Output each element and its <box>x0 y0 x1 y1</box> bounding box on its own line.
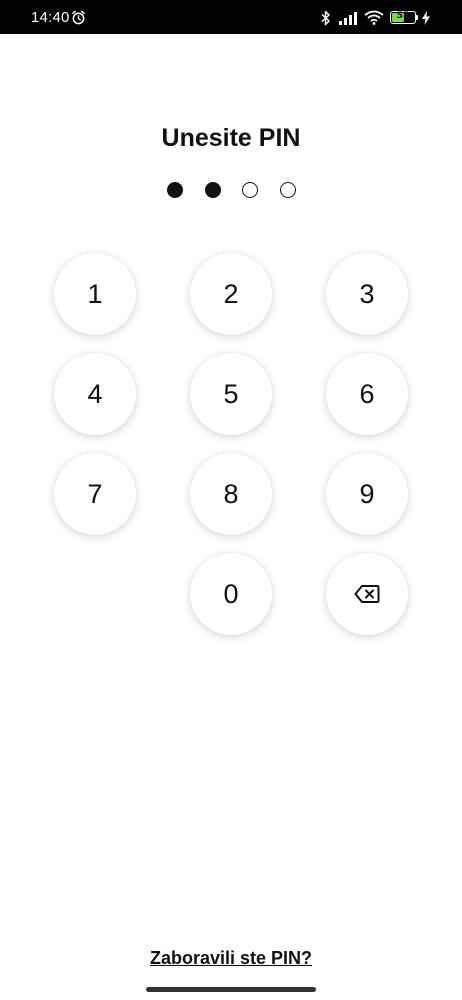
forgot-pin-link[interactable]: Zaboravili ste PIN? <box>0 948 462 969</box>
charging-bolt-icon <box>422 11 430 25</box>
page-title: Unesite PIN <box>161 124 301 152</box>
pin-dot-4 <box>280 182 296 198</box>
status-bar: 14:40 55 <box>0 0 462 34</box>
key-9[interactable]: 9 <box>326 453 408 535</box>
key-7[interactable]: 7 <box>54 453 136 535</box>
backspace-icon <box>354 585 380 603</box>
key-1[interactable]: 1 <box>54 253 136 335</box>
pin-entry-screen: 14:40 55 Unesite PIN 1 2 3 4 5 6 7 8 9 0… <box>0 0 462 1000</box>
pin-dot-3 <box>242 182 258 198</box>
home-indicator[interactable] <box>146 987 316 992</box>
key-4[interactable]: 4 <box>54 353 136 435</box>
battery-icon: 55 <box>390 11 416 24</box>
alarm-icon <box>72 10 85 25</box>
pin-indicator <box>0 182 462 200</box>
pin-dot-2 <box>205 182 221 198</box>
backspace-button[interactable] <box>326 553 408 635</box>
key-0[interactable]: 0 <box>190 553 272 635</box>
bluetooth-icon <box>321 10 330 26</box>
battery-level: 55 <box>396 11 410 21</box>
wifi-icon <box>364 10 384 25</box>
pin-dot-1 <box>167 182 183 198</box>
status-time: 14:40 <box>31 9 70 26</box>
signal-icon <box>339 12 357 25</box>
key-2[interactable]: 2 <box>190 253 272 335</box>
key-3[interactable]: 3 <box>326 253 408 335</box>
battery-tip <box>416 15 418 20</box>
key-6[interactable]: 6 <box>326 353 408 435</box>
key-5[interactable]: 5 <box>190 353 272 435</box>
key-8[interactable]: 8 <box>190 453 272 535</box>
